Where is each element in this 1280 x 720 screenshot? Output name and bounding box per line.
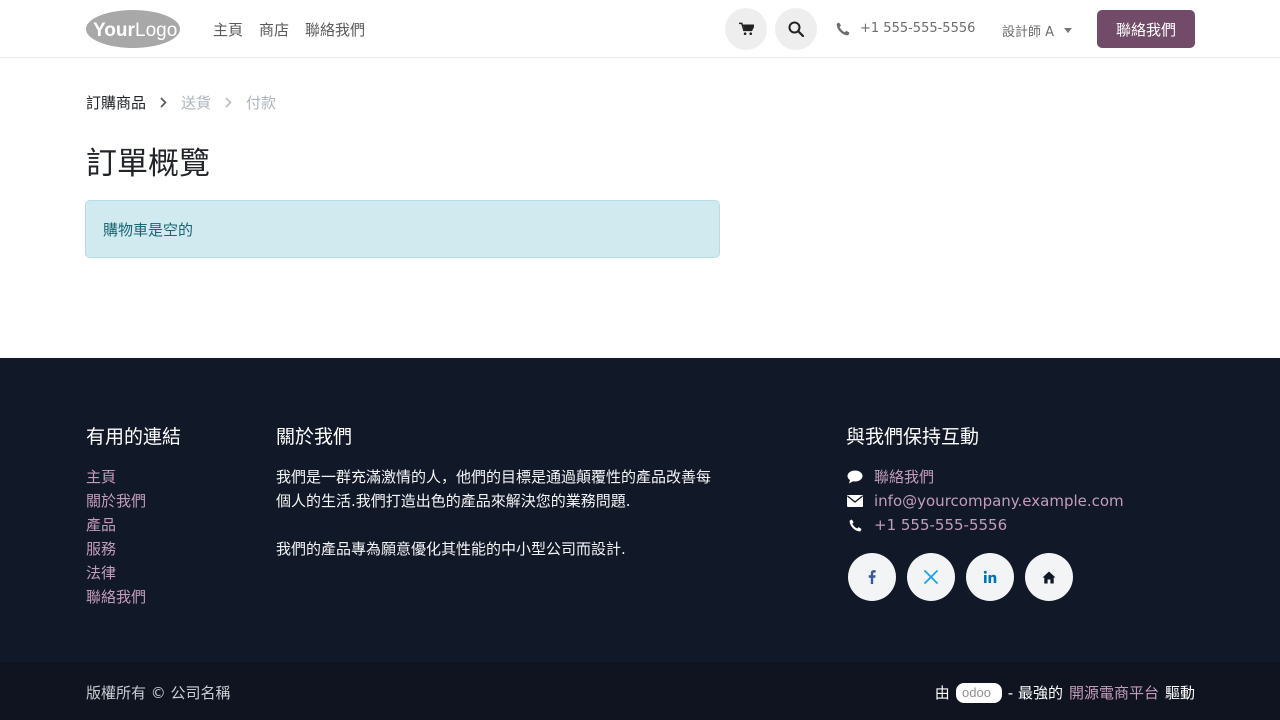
powered-prefix: 由 <box>934 684 950 702</box>
empty-cart-alert: 購物車是空的 <box>85 200 720 258</box>
nav-shop[interactable]: 商店 <box>259 19 289 40</box>
linkedin-button[interactable] <box>966 553 1014 601</box>
about-heading: 關於我們 <box>276 426 353 448</box>
page-title: 訂單概覽 <box>86 146 210 182</box>
checkout-steps: 訂購商品 送貨 付款 <box>86 92 276 113</box>
svg-text:Logo: Logo <box>135 20 177 41</box>
footer-bottom-bar: 版權所有 © 公司名稱 由 odoo - 最強的 開源電商平台 驅動 <box>0 662 1280 720</box>
copyright-text: 版權所有 © 公司名稱 <box>86 684 231 702</box>
footer-link-about[interactable]: 關於我們 <box>86 489 181 513</box>
cart-icon <box>738 22 754 35</box>
main-nav: 主頁 商店 聯絡我們 <box>213 19 365 40</box>
odoo-logo-text: odoo <box>962 686 991 700</box>
home-icon <box>1042 571 1056 583</box>
about-paragraph-2: 我們的產品專為願意優化其性能的中小型公司而設計. <box>276 540 626 558</box>
svg-text:Your: Your <box>93 20 135 41</box>
about-paragraph-1: 我們是一群充滿激情的人，他們的目標是通過顛覆性的產品改善每個人的生活.我們打造出… <box>276 468 712 510</box>
ecommerce-platform-link[interactable]: 開源電商平台 <box>1069 682 1159 703</box>
chevron-right-icon <box>225 97 232 108</box>
site-logo[interactable]: Your Logo <box>85 9 181 49</box>
header-phone-number: +1 555-555-5556 <box>860 21 976 36</box>
social-links <box>848 553 1073 601</box>
footer-link-home[interactable]: 主頁 <box>86 465 181 489</box>
footer-link-contact[interactable]: 聯絡我們 <box>86 585 181 609</box>
useful-links-section: 有用的連結 主頁 關於我們 產品 服務 法律 聯絡我們 <box>86 422 181 609</box>
step-payment: 付款 <box>246 94 277 112</box>
connect-heading: 與我們保持互動 <box>846 426 980 448</box>
footer-contact-label: 聯絡我們 <box>874 468 935 486</box>
step-shipping: 送貨 <box>181 94 212 112</box>
footer-link-products[interactable]: 產品 <box>86 513 181 537</box>
useful-links-heading: 有用的連結 <box>86 426 182 448</box>
connect-section: 與我們保持互動 聯絡我們 info@yourcompany.example.co… <box>846 422 1124 537</box>
footer-link-services[interactable]: 服務 <box>86 537 181 561</box>
site-header: Your Logo 主頁 商店 聯絡我們 +1 555-555-5556 設計師… <box>0 0 1280 58</box>
footer-phone-link[interactable]: +1 555-555-5556 <box>846 513 1124 537</box>
x-twitter-button[interactable] <box>907 553 955 601</box>
linkedin-icon <box>983 570 997 583</box>
contact-us-button[interactable]: 聯絡我們 <box>1097 10 1195 48</box>
footer-link-legal[interactable]: 法律 <box>86 561 181 585</box>
about-section: 關於我們 我們是一群充滿激情的人，他們的目標是通過顛覆性的產品改善每個人的生活.… <box>276 422 716 561</box>
x-icon <box>924 570 938 584</box>
odoo-logo[interactable]: odoo <box>955 682 1002 703</box>
powered-by: 由 odoo - 最強的 開源電商平台 驅動 <box>935 682 1195 703</box>
footer-phone: +1 555-555-5556 <box>874 516 1008 534</box>
facebook-button[interactable] <box>848 553 896 601</box>
chevron-down-icon <box>1064 28 1073 33</box>
facebook-icon <box>868 570 876 584</box>
user-menu[interactable]: 設計師 A <box>1002 21 1073 40</box>
search-icon <box>788 21 804 37</box>
footer-contact-link[interactable]: 聯絡我們 <box>846 465 1124 489</box>
phone-icon <box>846 518 864 532</box>
comment-icon <box>846 470 864 484</box>
user-name: 設計師 A <box>1002 25 1055 40</box>
powered-middle: - 最強的 <box>1007 684 1063 702</box>
header-phone[interactable]: +1 555-555-5556 <box>836 21 975 36</box>
home-button[interactable] <box>1025 553 1073 601</box>
cart-button[interactable] <box>725 8 767 50</box>
nav-home[interactable]: 主頁 <box>213 19 243 40</box>
envelope-icon <box>846 495 864 507</box>
chevron-right-icon <box>160 97 167 108</box>
footer-email: info@yourcompany.example.com <box>874 492 1124 510</box>
phone-icon <box>836 22 850 35</box>
nav-contact[interactable]: 聯絡我們 <box>305 19 365 40</box>
search-button[interactable] <box>775 8 817 50</box>
footer-email-link[interactable]: info@yourcompany.example.com <box>846 489 1124 513</box>
site-footer: 有用的連結 主頁 關於我們 產品 服務 法律 聯絡我們 關於我們 我們是一群充滿… <box>0 358 1280 662</box>
powered-suffix: 驅動 <box>1164 684 1195 702</box>
step-review-order[interactable]: 訂購商品 <box>86 92 146 113</box>
